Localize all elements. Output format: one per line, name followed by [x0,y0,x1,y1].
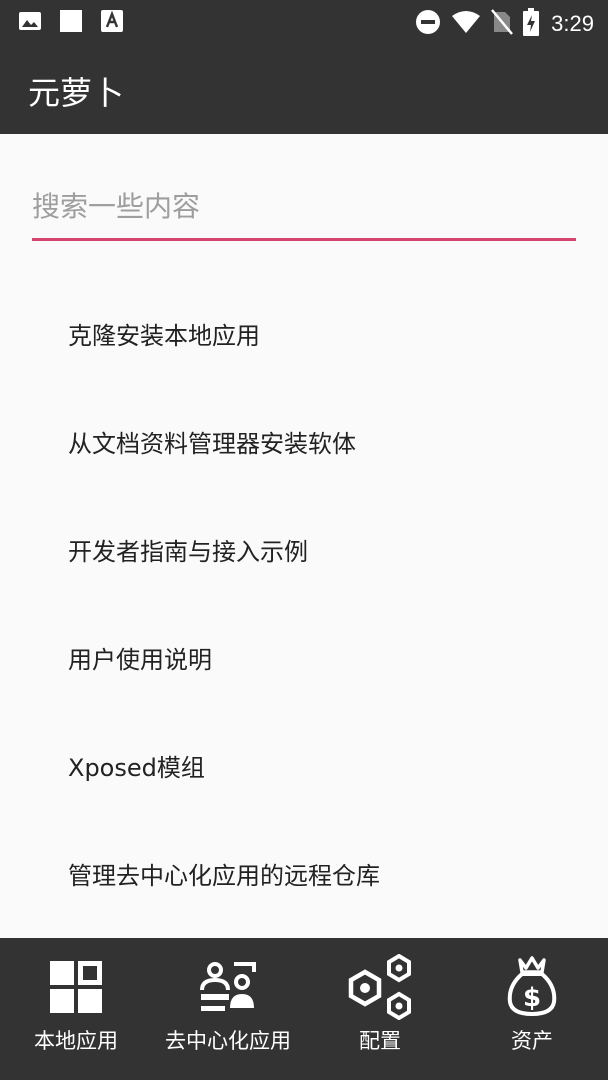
menu-item-label: 用户使用说明 [68,645,212,674]
menu-item-install-from-file-manager[interactable]: 从文档资料管理器安装软体 [0,387,608,495]
app-title: 元萝卜 [28,74,125,112]
bottom-nav: 本地应用 去中心化应用 配置 $ 资产 [0,938,608,1080]
search-input[interactable] [32,180,576,232]
battery-charging-icon [523,8,540,40]
font-icon [100,9,124,37]
grid-apps-icon [50,961,102,1013]
menu-list: 克隆安装本地应用 从文档资料管理器安装软体 开发者指南与接入示例 用户使用说明 … [0,279,608,927]
notification-icons [18,9,124,37]
status-bar: 3:29 [0,0,608,42]
nav-label: 去中心化应用 [165,1029,291,1053]
image-icon [18,9,42,37]
menu-item-label: 从文档资料管理器安装软体 [68,429,356,458]
do-not-disturb-icon [415,9,441,39]
menu-item-label: 管理去中心化应用的远程仓库 [68,861,380,890]
menu-item-label: 克隆安装本地应用 [68,321,260,350]
wifi-icon [451,10,481,38]
system-icons: 3:29 [415,8,594,40]
square-icon [59,9,83,37]
menu-item-clone-install[interactable]: 克隆安装本地应用 [0,279,608,387]
menu-item-developer-guide[interactable]: 开发者指南与接入示例 [0,495,608,603]
nav-label: 资产 [511,1029,553,1053]
nav-assets[interactable]: $ 资产 [456,938,608,1080]
search-field[interactable] [32,180,576,242]
hex-nuts-icon [348,954,411,1020]
menu-item-label: Xposed模组 [68,753,205,782]
menu-item-label: 开发者指南与接入示例 [68,537,308,566]
search-underline [32,238,576,241]
menu-item-xposed-modules[interactable]: Xposed模组 [0,711,608,819]
people-icon [200,962,256,1011]
no-sim-icon [491,9,514,39]
menu-item-manage-remote-repos[interactable]: 管理去中心化应用的远程仓库 [0,819,608,927]
nav-decentralized-apps[interactable]: 去中心化应用 [152,938,304,1080]
nav-local-apps[interactable]: 本地应用 [0,938,152,1080]
app-bar: 元萝卜 [0,42,608,134]
status-time: 3:29 [551,11,594,36]
nav-config[interactable]: 配置 [304,938,456,1080]
nav-label: 本地应用 [34,1029,118,1053]
money-bag-icon: $ [507,956,557,1016]
nav-label: 配置 [359,1029,401,1053]
menu-item-user-manual[interactable]: 用户使用说明 [0,603,608,711]
svg-text:$: $ [523,983,541,1013]
